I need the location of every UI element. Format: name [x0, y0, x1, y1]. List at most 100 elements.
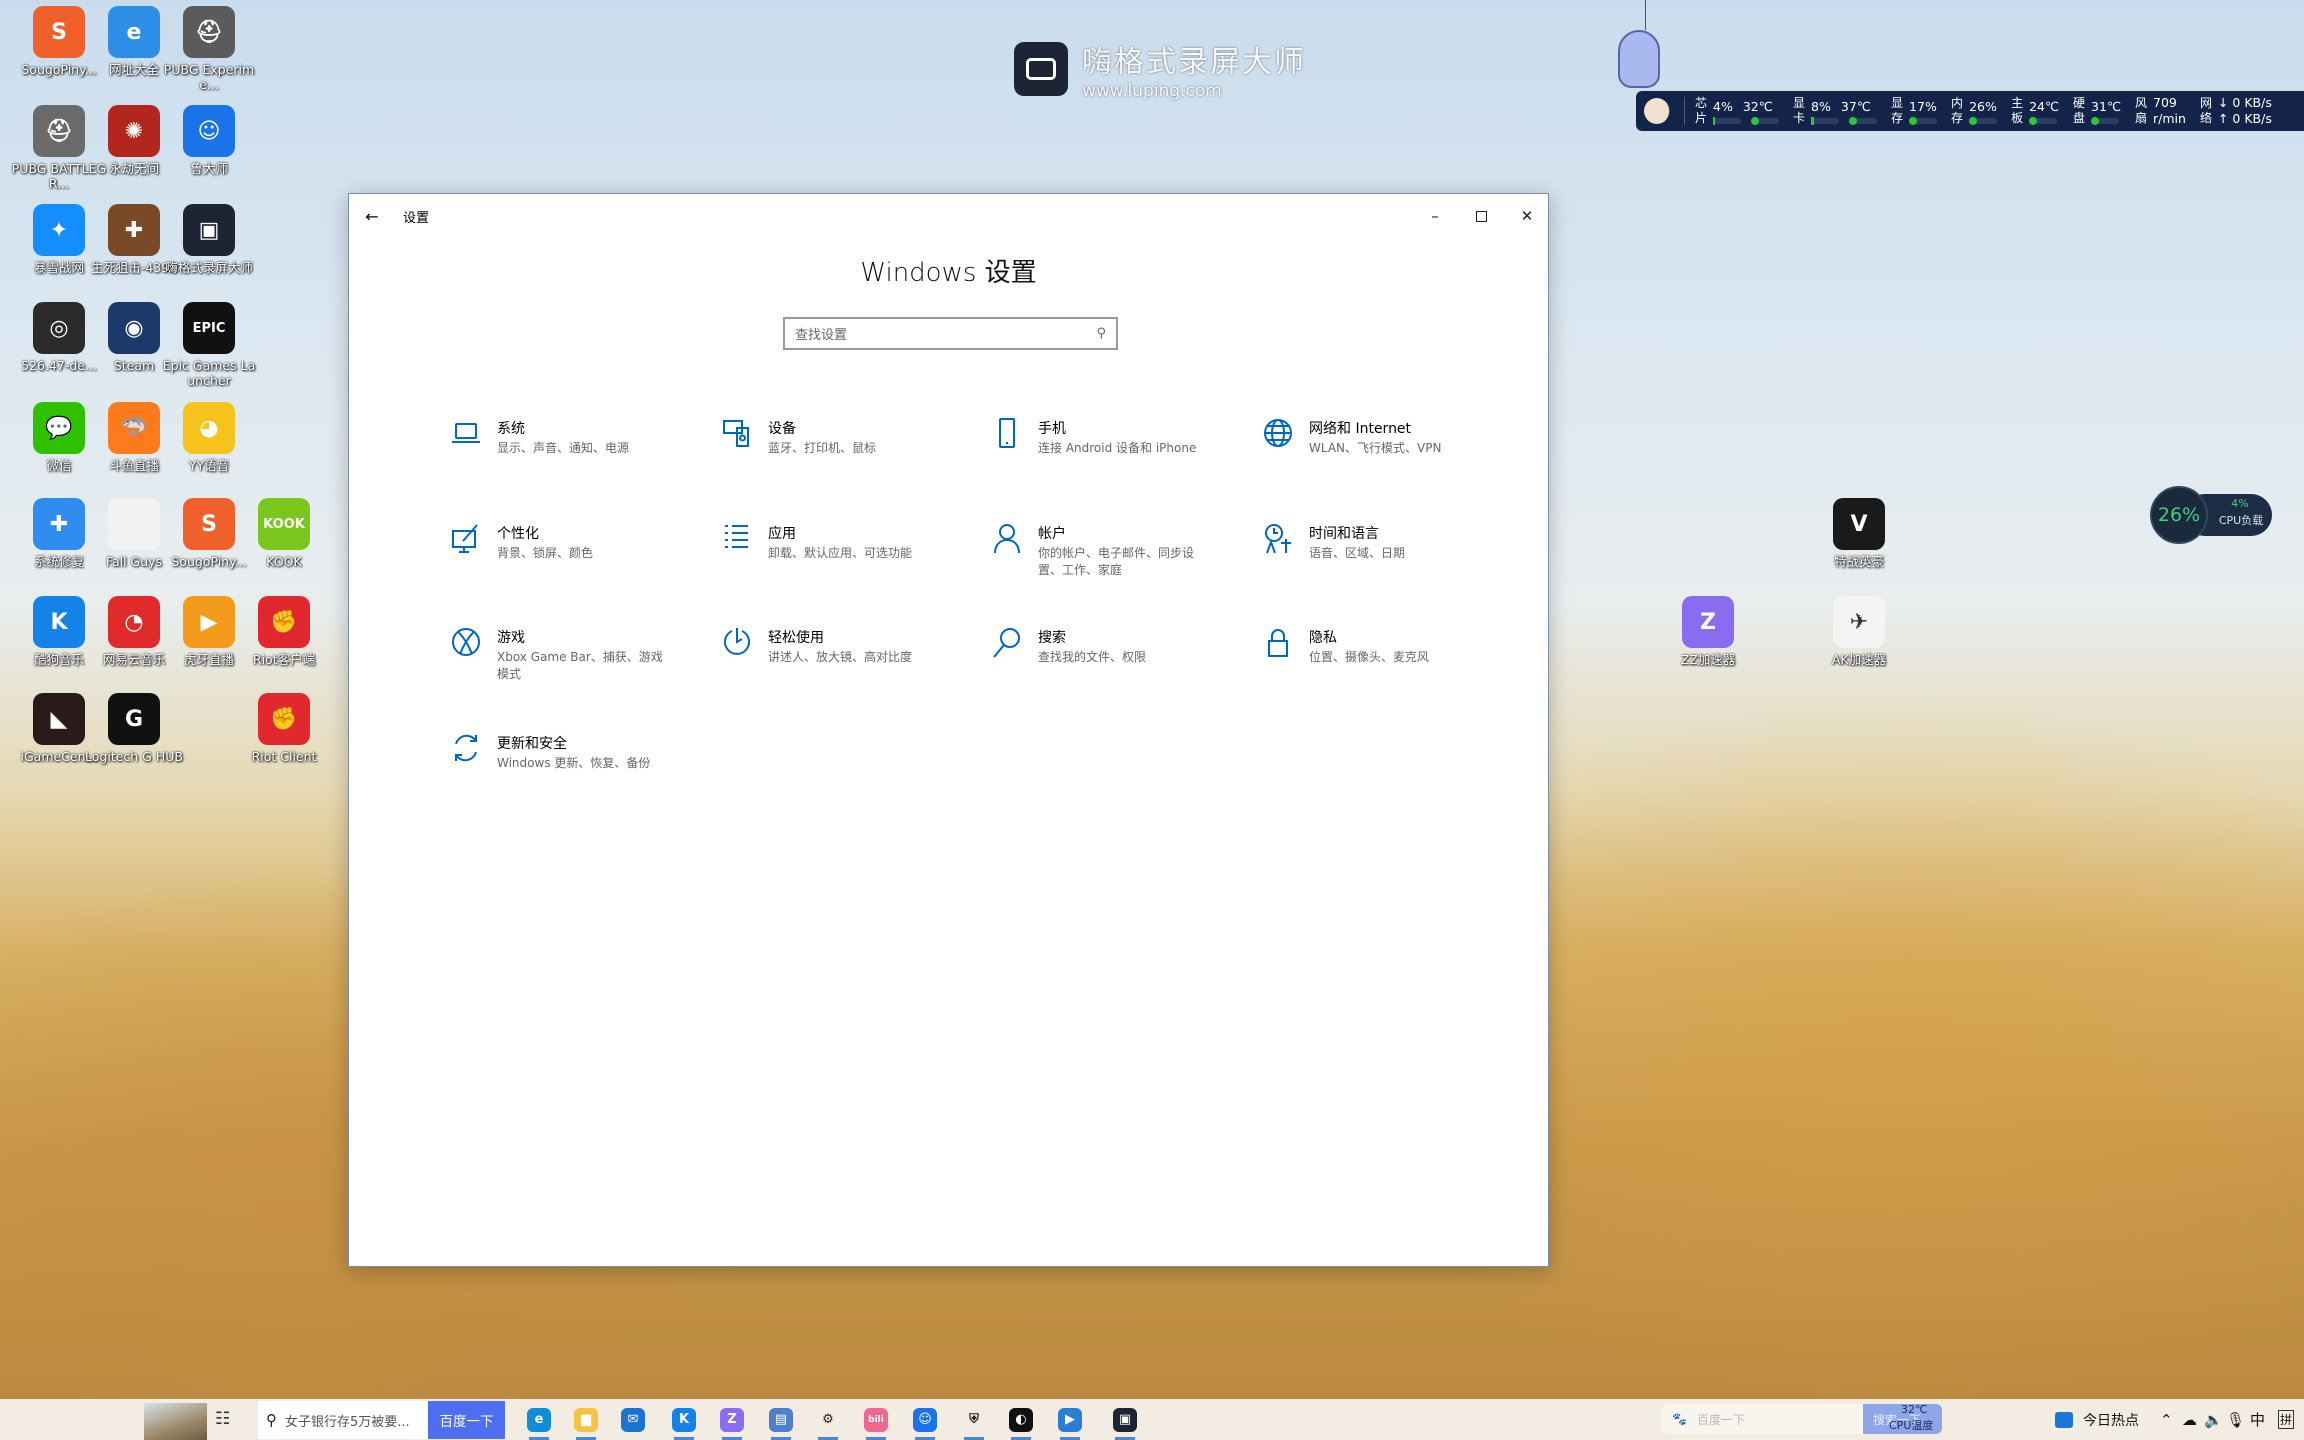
taskbar-app-security[interactable]: ⛨ [956, 1399, 992, 1440]
taskbar-app-edge[interactable]: e [521, 1399, 557, 1440]
zz-accelerator-icon: Z [720, 1407, 744, 1432]
settings-item-12[interactable]: 更新和安全 Windows 更新、恢复、备份 [449, 734, 689, 772]
desktop-icon[interactable]: V 特战英豪 [1809, 498, 1909, 569]
baidu-widget-input[interactable]: 🐾 百度一下 [1662, 1404, 1863, 1434]
desktop-icon-label: Riot Client [251, 749, 317, 764]
settings-item-desc: 你的帐户、电子邮件、同步设置、工作、家庭 [1038, 546, 1195, 577]
settings-item-desc: WLAN、飞行模式、VPN [1309, 441, 1442, 455]
app-icon: ✈ [1833, 596, 1885, 648]
app-icon: ▶ [183, 596, 235, 648]
settings-item-title: 隐私 [1309, 630, 1337, 646]
app-icon: S [33, 6, 85, 58]
close-button[interactable]: ✕ [1504, 200, 1550, 232]
baidu-widget-button[interactable]: 搜索一下 32℃ CPU温度 [1863, 1403, 1942, 1434]
desktop-icon-label: AK加速器 [1831, 652, 1887, 667]
lock-icon [1268, 629, 1288, 657]
ime-mode[interactable]: 拼 [2278, 1399, 2295, 1440]
taskbar-search-box[interactable]: ⚲ 女子银行存5万被要... [258, 1401, 428, 1439]
file-explorer-icon: ▆ [574, 1407, 598, 1432]
desktop-icon[interactable]: G Logitech G HUB [84, 693, 184, 764]
taskbar-app-media-player[interactable]: ▶ [1052, 1399, 1088, 1440]
taskbar-app-ludashi[interactable]: ☺ [907, 1399, 943, 1440]
watermark-title: 嗨格式录屏大师 [1082, 45, 1306, 80]
monitor-avatar-icon [1644, 98, 1670, 124]
microphone-icon[interactable]: 🎙 [2226, 1399, 2245, 1440]
app-icon: ✺ [108, 105, 160, 157]
settings-item-5[interactable]: 应用 卸载、默认应用、可选功能 [720, 525, 960, 562]
maximize-button[interactable] [1458, 200, 1504, 232]
app-icon: V [1833, 498, 1885, 550]
settings-item-4[interactable]: 个性化 背景、锁屏、颜色 [449, 524, 689, 562]
hardware-monitor-bar[interactable]: 芯片 4% 32℃ 显卡 8% 37℃ 显存 17% 内存 26% 主板 24℃ 硬… [1636, 91, 2304, 131]
app-icon: KOOK [258, 498, 310, 550]
search-icon: ⚲ [1096, 326, 1106, 341]
weather-cloud-icon[interactable]: ☁ [2182, 1399, 2197, 1440]
settings-item-title: 应用 [768, 526, 796, 542]
taskbar-app-bilibili[interactable]: bili [858, 1399, 894, 1440]
app-icon [108, 498, 160, 550]
settings-item-10[interactable]: 搜索 查找我的文件、权限 [990, 628, 1230, 666]
settings-item-9[interactable]: 轻松使用 讲述人、放大镜、高对比度 [720, 628, 960, 666]
taskbar-app-steam-like[interactable]: ◐ [1003, 1399, 1039, 1440]
settings-item-7[interactable]: 时间和语言 语音、区域、日期 [1261, 524, 1501, 562]
news-widget[interactable]: 今日热点 [2055, 1399, 2139, 1440]
app-icon: ✊ [258, 596, 310, 648]
settings-item-6[interactable]: 帐户 你的帐户、电子邮件、同步设置、工作、家庭 [990, 524, 1230, 579]
volume-icon[interactable]: 🔈 [2204, 1399, 2223, 1440]
title-bar[interactable]: ← 设置 [349, 194, 1548, 239]
window-title: 设置 [403, 211, 430, 226]
desktop-icon[interactable]: ✊ Riot Client [234, 693, 334, 764]
desktop-icon[interactable]: ✊ Riot客户端 [234, 596, 334, 667]
settings-item-desc: Xbox Game Bar、捕获、游戏模式 [497, 650, 663, 681]
cpu-load-value: 4% [2231, 497, 2249, 510]
app-icon: ✊ [258, 693, 310, 745]
ludashi-icon: ☺ [913, 1407, 937, 1432]
taskbar-app-zz-accelerator[interactable]: Z [714, 1399, 750, 1440]
app-icon: ✚ [33, 498, 85, 550]
monitor-vram: 显存 17% [1891, 96, 1938, 125]
desktop-icon[interactable]: ⛑ PUBG Experime... [159, 6, 259, 92]
desktop-icon[interactable]: ☺ 鲁大师 [159, 105, 259, 176]
desktop-icon[interactable]: EPIC Epic Games Launcher [159, 302, 259, 388]
desktop-icon[interactable]: KOOK KOOK [234, 498, 334, 569]
cpu-load-label: CPU负载 [2218, 514, 2264, 527]
taskbar-app-settings[interactable]: ⚙ [810, 1399, 846, 1440]
settings-search-input[interactable]: 查找设置 ⚲ [783, 317, 1118, 350]
settings-item-title: 搜索 [1038, 630, 1066, 646]
desktop-icon[interactable]: ✈ AK加速器 [1809, 596, 1909, 667]
app-icon: 🦈 [108, 402, 160, 454]
settings-item-11[interactable]: 隐私 位置、摄像头、麦克风 [1261, 629, 1501, 666]
task-view-icon[interactable]: ☷ [215, 1409, 230, 1429]
baidu-paw-icon: 🐾 [1672, 1412, 1687, 1426]
cpu-load-widget[interactable]: 26% 4% CPU负载 [2150, 486, 2274, 544]
monitor-fan: 风扇 709 r/min [2135, 95, 2186, 126]
back-button[interactable]: ← [349, 207, 395, 226]
taskbar-app-kugou[interactable]: K [666, 1399, 702, 1440]
minimize-button[interactable]: – [1412, 200, 1458, 232]
show-hidden-icons[interactable]: ⌃ [2160, 1399, 2173, 1440]
settings-item-0[interactable]: 系统 显示、声音、通知、电源 [449, 420, 689, 457]
settings-item-title: 更新和安全 [497, 736, 567, 752]
baidu-search-button[interactable]: 百度一下 [428, 1401, 505, 1439]
ime-language[interactable]: 中 [2250, 1399, 2265, 1440]
taskbar-app-screen-recorder[interactable]: ▣ [1107, 1399, 1143, 1440]
globe-icon [1264, 419, 1292, 447]
monitor-board: 主板 24℃ [2011, 96, 2060, 125]
settings-item-1[interactable]: 设备 蓝牙、打印机、鼠标 [720, 420, 960, 457]
settings-item-8[interactable]: 游戏 Xbox Game Bar、捕获、游戏模式 [449, 628, 689, 683]
taskbar-app-computer-tool[interactable]: ▤ [763, 1399, 799, 1440]
app-icon: EPIC [183, 302, 235, 354]
desktop-thumbnail[interactable] [144, 1403, 207, 1440]
taskbar-app-file-explorer[interactable]: ▆ [568, 1399, 604, 1440]
desktop-icon[interactable]: ▣ 嗨格式录屏大师 [159, 204, 259, 275]
settings-item-desc: 背景、锁屏、颜色 [497, 546, 594, 560]
ease-of-access-icon [724, 628, 750, 655]
laptop-icon [452, 423, 480, 443]
page-title: Windows 设置 [860, 258, 1037, 288]
desktop-icon[interactable]: ◕ YY语音 [159, 402, 259, 473]
taskbar-app-mail[interactable]: ✉ [615, 1399, 651, 1440]
desktop-icon[interactable]: Z ZZ加速器 [1658, 596, 1758, 667]
settings-item-3[interactable]: 网络和 Internet WLAN、飞行模式、VPN [1261, 419, 1501, 457]
mascot-pet[interactable] [1602, 0, 1662, 95]
settings-item-2[interactable]: 手机 连接 Android 设备和 iPhone [990, 418, 1230, 457]
